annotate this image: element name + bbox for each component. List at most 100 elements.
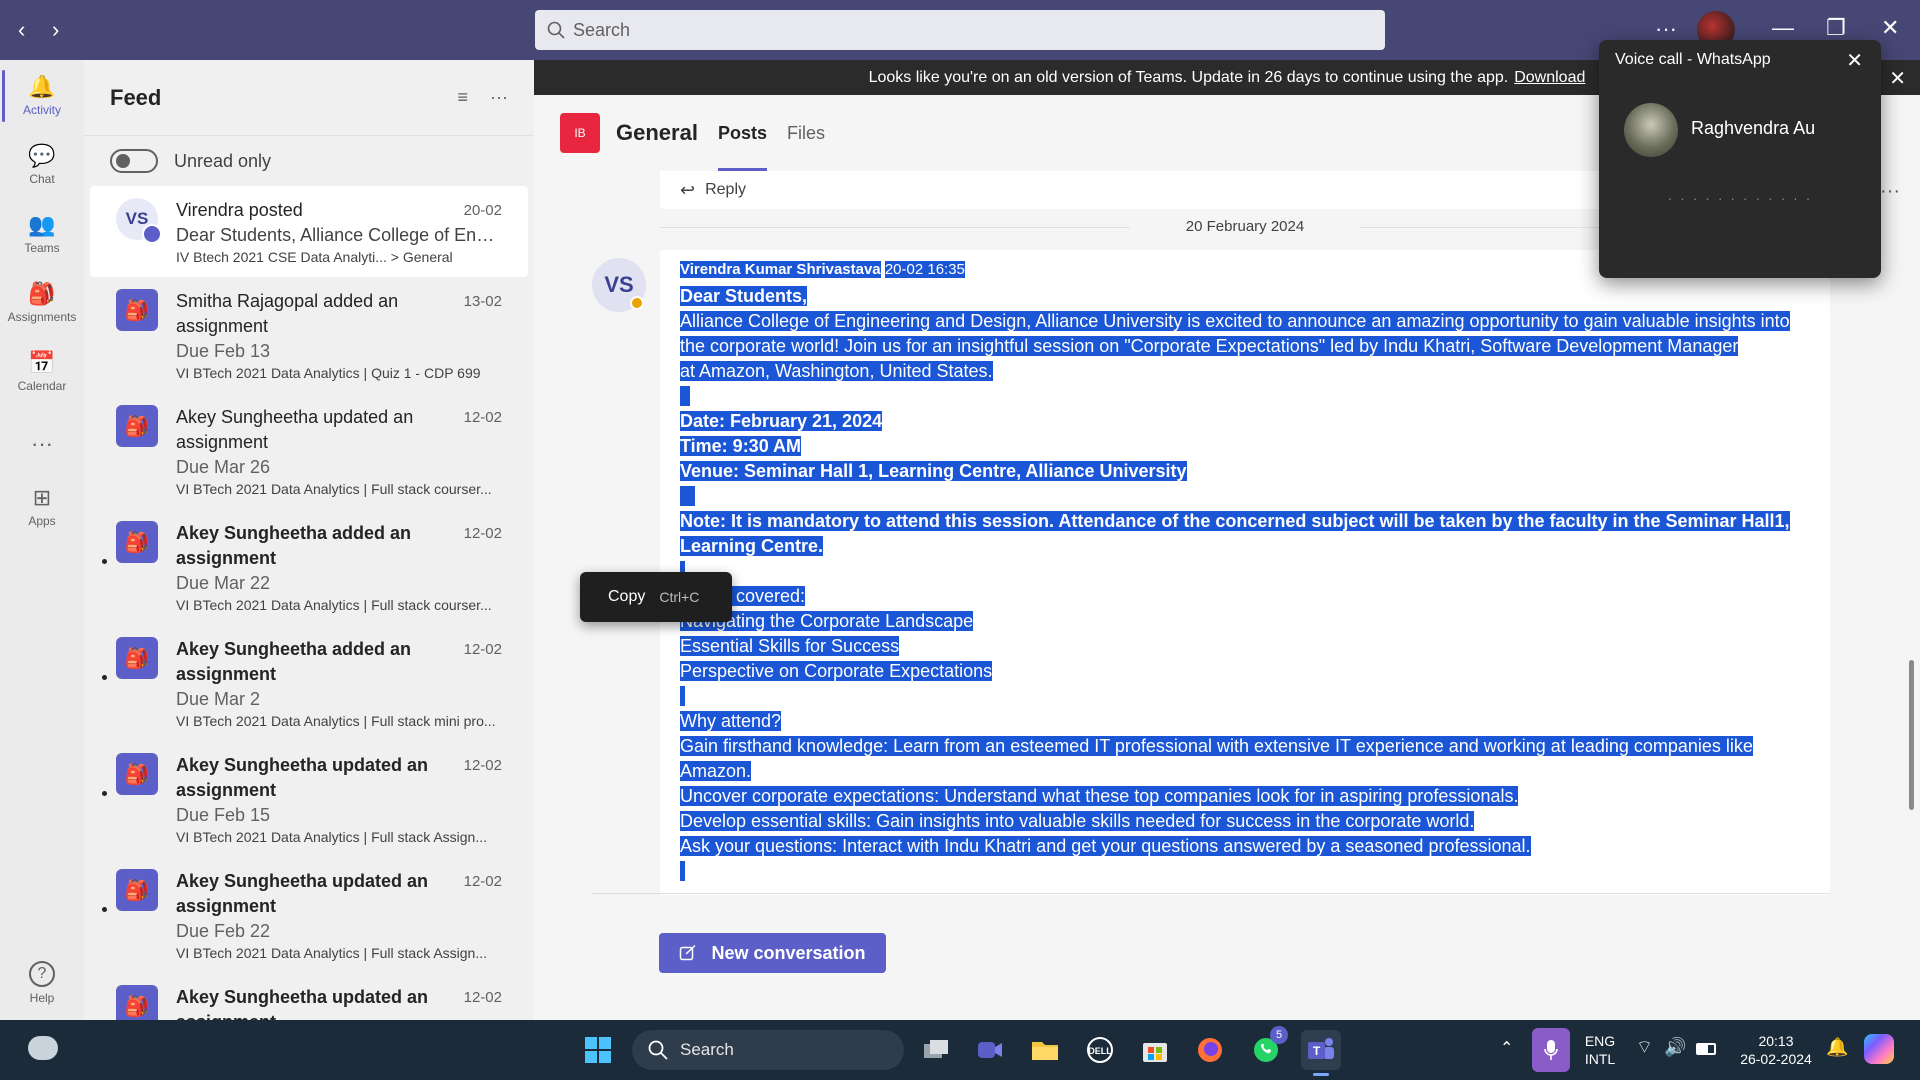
assignment-icon: 🎒 bbox=[116, 289, 158, 331]
feed-item[interactable]: 🎒 Akey Sungheetha updated an assignment 1… bbox=[90, 393, 528, 509]
copy-shortcut: Ctrl+C bbox=[659, 589, 700, 605]
caller-avatar bbox=[1624, 103, 1678, 157]
help-icon: ? bbox=[29, 961, 55, 987]
author-initials: VS bbox=[604, 272, 634, 297]
rail-label: Help bbox=[29, 991, 55, 1005]
unread-only-toggle[interactable] bbox=[110, 149, 158, 173]
rail-item-more[interactable]: ··· bbox=[0, 412, 84, 476]
download-link[interactable]: Download bbox=[1514, 69, 1585, 87]
feed-item-due: Due Feb 22 bbox=[176, 921, 271, 941]
post-greeting: Dear Students, bbox=[680, 286, 808, 306]
feed-item-date: 12-02 bbox=[463, 409, 502, 426]
volume-icon[interactable]: 🔊 bbox=[1664, 1038, 1686, 1056]
post-text: at Amazon, Washington, United States. bbox=[680, 361, 993, 381]
feed-item-title: Akey Sungheetha updated an assignment bbox=[176, 755, 429, 800]
post-note: Note: It is mandatory to attend this ses… bbox=[680, 511, 1790, 531]
post-text: Alliance College of Engineering and Desi… bbox=[680, 311, 1790, 331]
copy-context-menu[interactable]: Copy Ctrl+C bbox=[580, 572, 732, 622]
compose-icon bbox=[680, 944, 696, 961]
tray-chevron-icon[interactable]: ⌃ bbox=[1500, 1040, 1513, 1058]
language-indicator[interactable]: ENG INTL bbox=[1578, 1032, 1622, 1068]
channel-name: General bbox=[616, 120, 698, 145]
post-date: Date: February 21, 2024 bbox=[680, 411, 883, 431]
svg-text:T: T bbox=[1313, 1044, 1321, 1058]
clock-date: 26-02-2024 bbox=[1740, 1051, 1812, 1067]
feed-item-date: 12-02 bbox=[463, 525, 502, 542]
meet-icon[interactable] bbox=[970, 1030, 1010, 1070]
microphone-icon[interactable] bbox=[1532, 1028, 1570, 1072]
assignment-icon: 🎒 bbox=[116, 869, 158, 911]
scrollbar[interactable] bbox=[1909, 660, 1914, 810]
rail-item-calendar[interactable]: 📅 Calendar bbox=[0, 340, 84, 404]
assignment-icon: 🎒 bbox=[116, 405, 158, 447]
rail-item-assignments[interactable]: 🎒 Assignments bbox=[0, 271, 84, 335]
rail-item-activity[interactable]: 🔔 Activity bbox=[0, 64, 84, 128]
chat-icon: 💬 bbox=[28, 143, 56, 168]
post-venue: Venue: Seminar Hall 1, Learning Centre, … bbox=[680, 461, 1187, 481]
dell-icon[interactable]: DELL bbox=[1080, 1030, 1120, 1070]
microsoft-store-icon[interactable] bbox=[1135, 1030, 1175, 1070]
feed-item-source: VI BTech 2021 Data Analytics | Full stac… bbox=[176, 829, 488, 845]
feed-item-date: 20-02 bbox=[463, 202, 502, 219]
filter-icon[interactable]: ≡ bbox=[458, 87, 469, 108]
whatsapp-icon[interactable]: 5 bbox=[1246, 1026, 1288, 1070]
feed-item[interactable]: 🎒 Akey Sungheetha added an assignment 12-… bbox=[90, 509, 528, 625]
teams-taskbar-icon[interactable]: T bbox=[1301, 1030, 1341, 1076]
close-window-icon[interactable]: ✕ bbox=[1881, 16, 1899, 40]
feed-header: Feed ≡ ··· bbox=[84, 60, 534, 136]
banner-close-icon[interactable]: ✕ bbox=[1889, 66, 1906, 91]
close-icon[interactable]: ✕ bbox=[1846, 48, 1863, 73]
feed-item[interactable]: 🎒 Smitha Rajagopal added an assignment 13… bbox=[90, 277, 528, 393]
weather-icon[interactable] bbox=[28, 1036, 58, 1060]
minimize-icon[interactable]: — bbox=[1772, 16, 1794, 40]
file-explorer-icon[interactable] bbox=[1025, 1030, 1065, 1070]
copilot-icon[interactable] bbox=[1864, 1034, 1894, 1064]
rail-item-apps[interactable]: ⊞ Apps bbox=[0, 475, 84, 539]
feed-item-source: VI BTech 2021 Data Analytics | Full stac… bbox=[176, 597, 492, 613]
feed-item[interactable]: 🎒 Akey Sungheetha updated an assignment 1… bbox=[90, 741, 528, 857]
new-conversation-button[interactable]: New conversation bbox=[659, 933, 886, 973]
tab-posts[interactable]: Posts bbox=[717, 95, 767, 171]
search-input[interactable]: Search bbox=[535, 10, 1385, 50]
feed-item[interactable]: 🎒 Akey Sungheetha updated an assignment 1… bbox=[90, 973, 528, 1020]
channel-more-icon[interactable]: ··· bbox=[1880, 180, 1900, 203]
forward-arrow-icon[interactable]: › bbox=[52, 18, 59, 42]
rail-item-help[interactable]: ? Help bbox=[0, 951, 84, 1015]
svg-text:DELL: DELL bbox=[1088, 1046, 1112, 1056]
rail-item-teams[interactable]: 👥 Teams bbox=[0, 202, 84, 266]
firefox-icon[interactable] bbox=[1190, 1030, 1230, 1070]
teams-icon: 👥 bbox=[28, 212, 56, 237]
battery-icon[interactable] bbox=[1696, 1043, 1716, 1055]
post-why-item: Ask your questions: Interact with Indu K… bbox=[680, 836, 1531, 856]
feed-item-source: VI BTech 2021 Data Analytics | Full stac… bbox=[176, 713, 496, 729]
maximize-icon[interactable]: ❐ bbox=[1826, 16, 1846, 40]
feed-item[interactable]: 🎒 Akey Sungheetha added an assignment 12-… bbox=[90, 625, 528, 741]
tab-files[interactable]: Files bbox=[787, 95, 825, 171]
reply-label: Reply bbox=[705, 181, 746, 198]
team-logo: IB bbox=[560, 113, 600, 153]
feed-item[interactable]: 🎒 Akey Sungheetha updated an assignment 1… bbox=[90, 857, 528, 973]
activity-feed: Feed ≡ ··· Unread only VS Virendra poste… bbox=[84, 60, 534, 1020]
feed-item-due: Due Feb 13 bbox=[176, 341, 271, 361]
author-avatar: VS bbox=[592, 258, 646, 312]
clock[interactable]: 20:13 26-02-2024 bbox=[1734, 1032, 1818, 1068]
rail-item-chat[interactable]: 💬 Chat bbox=[0, 133, 84, 197]
unread-only-row: Unread only bbox=[84, 136, 534, 186]
post-message[interactable]: Virendra Kumar Shrivastava 20-02 16:35 D… bbox=[660, 250, 1830, 895]
whatsapp-call-window[interactable]: Voice call - WhatsApp ✕ Raghvendra Au · … bbox=[1599, 40, 1881, 278]
feed-more-icon[interactable]: ··· bbox=[490, 87, 508, 108]
windows-start-icon[interactable] bbox=[578, 1030, 618, 1070]
more-options-icon[interactable]: ··· bbox=[1655, 16, 1677, 42]
taskbar-search[interactable]: Search bbox=[632, 1030, 904, 1070]
feed-item-source: IV Btech 2021 CSE Data Analyti... > Gene… bbox=[176, 249, 453, 265]
task-view-icon[interactable] bbox=[916, 1030, 956, 1070]
notification-bell-icon[interactable]: 🔔 bbox=[1826, 1038, 1848, 1056]
feed-item[interactable]: VS Virendra posted 20-02 Dear Students, A… bbox=[90, 186, 528, 277]
back-arrow-icon[interactable]: ‹ bbox=[18, 18, 25, 42]
wifi-icon[interactable]: ⌔ bbox=[1636, 1038, 1653, 1056]
clock-time: 20:13 bbox=[1758, 1033, 1794, 1049]
post-author[interactable]: Virendra Kumar Shrivastava bbox=[680, 261, 881, 278]
unread-dot bbox=[102, 791, 107, 796]
assignment-icon: 🎒 bbox=[116, 985, 158, 1020]
feed-item-title: Akey Sungheetha updated an assignment bbox=[176, 987, 429, 1020]
